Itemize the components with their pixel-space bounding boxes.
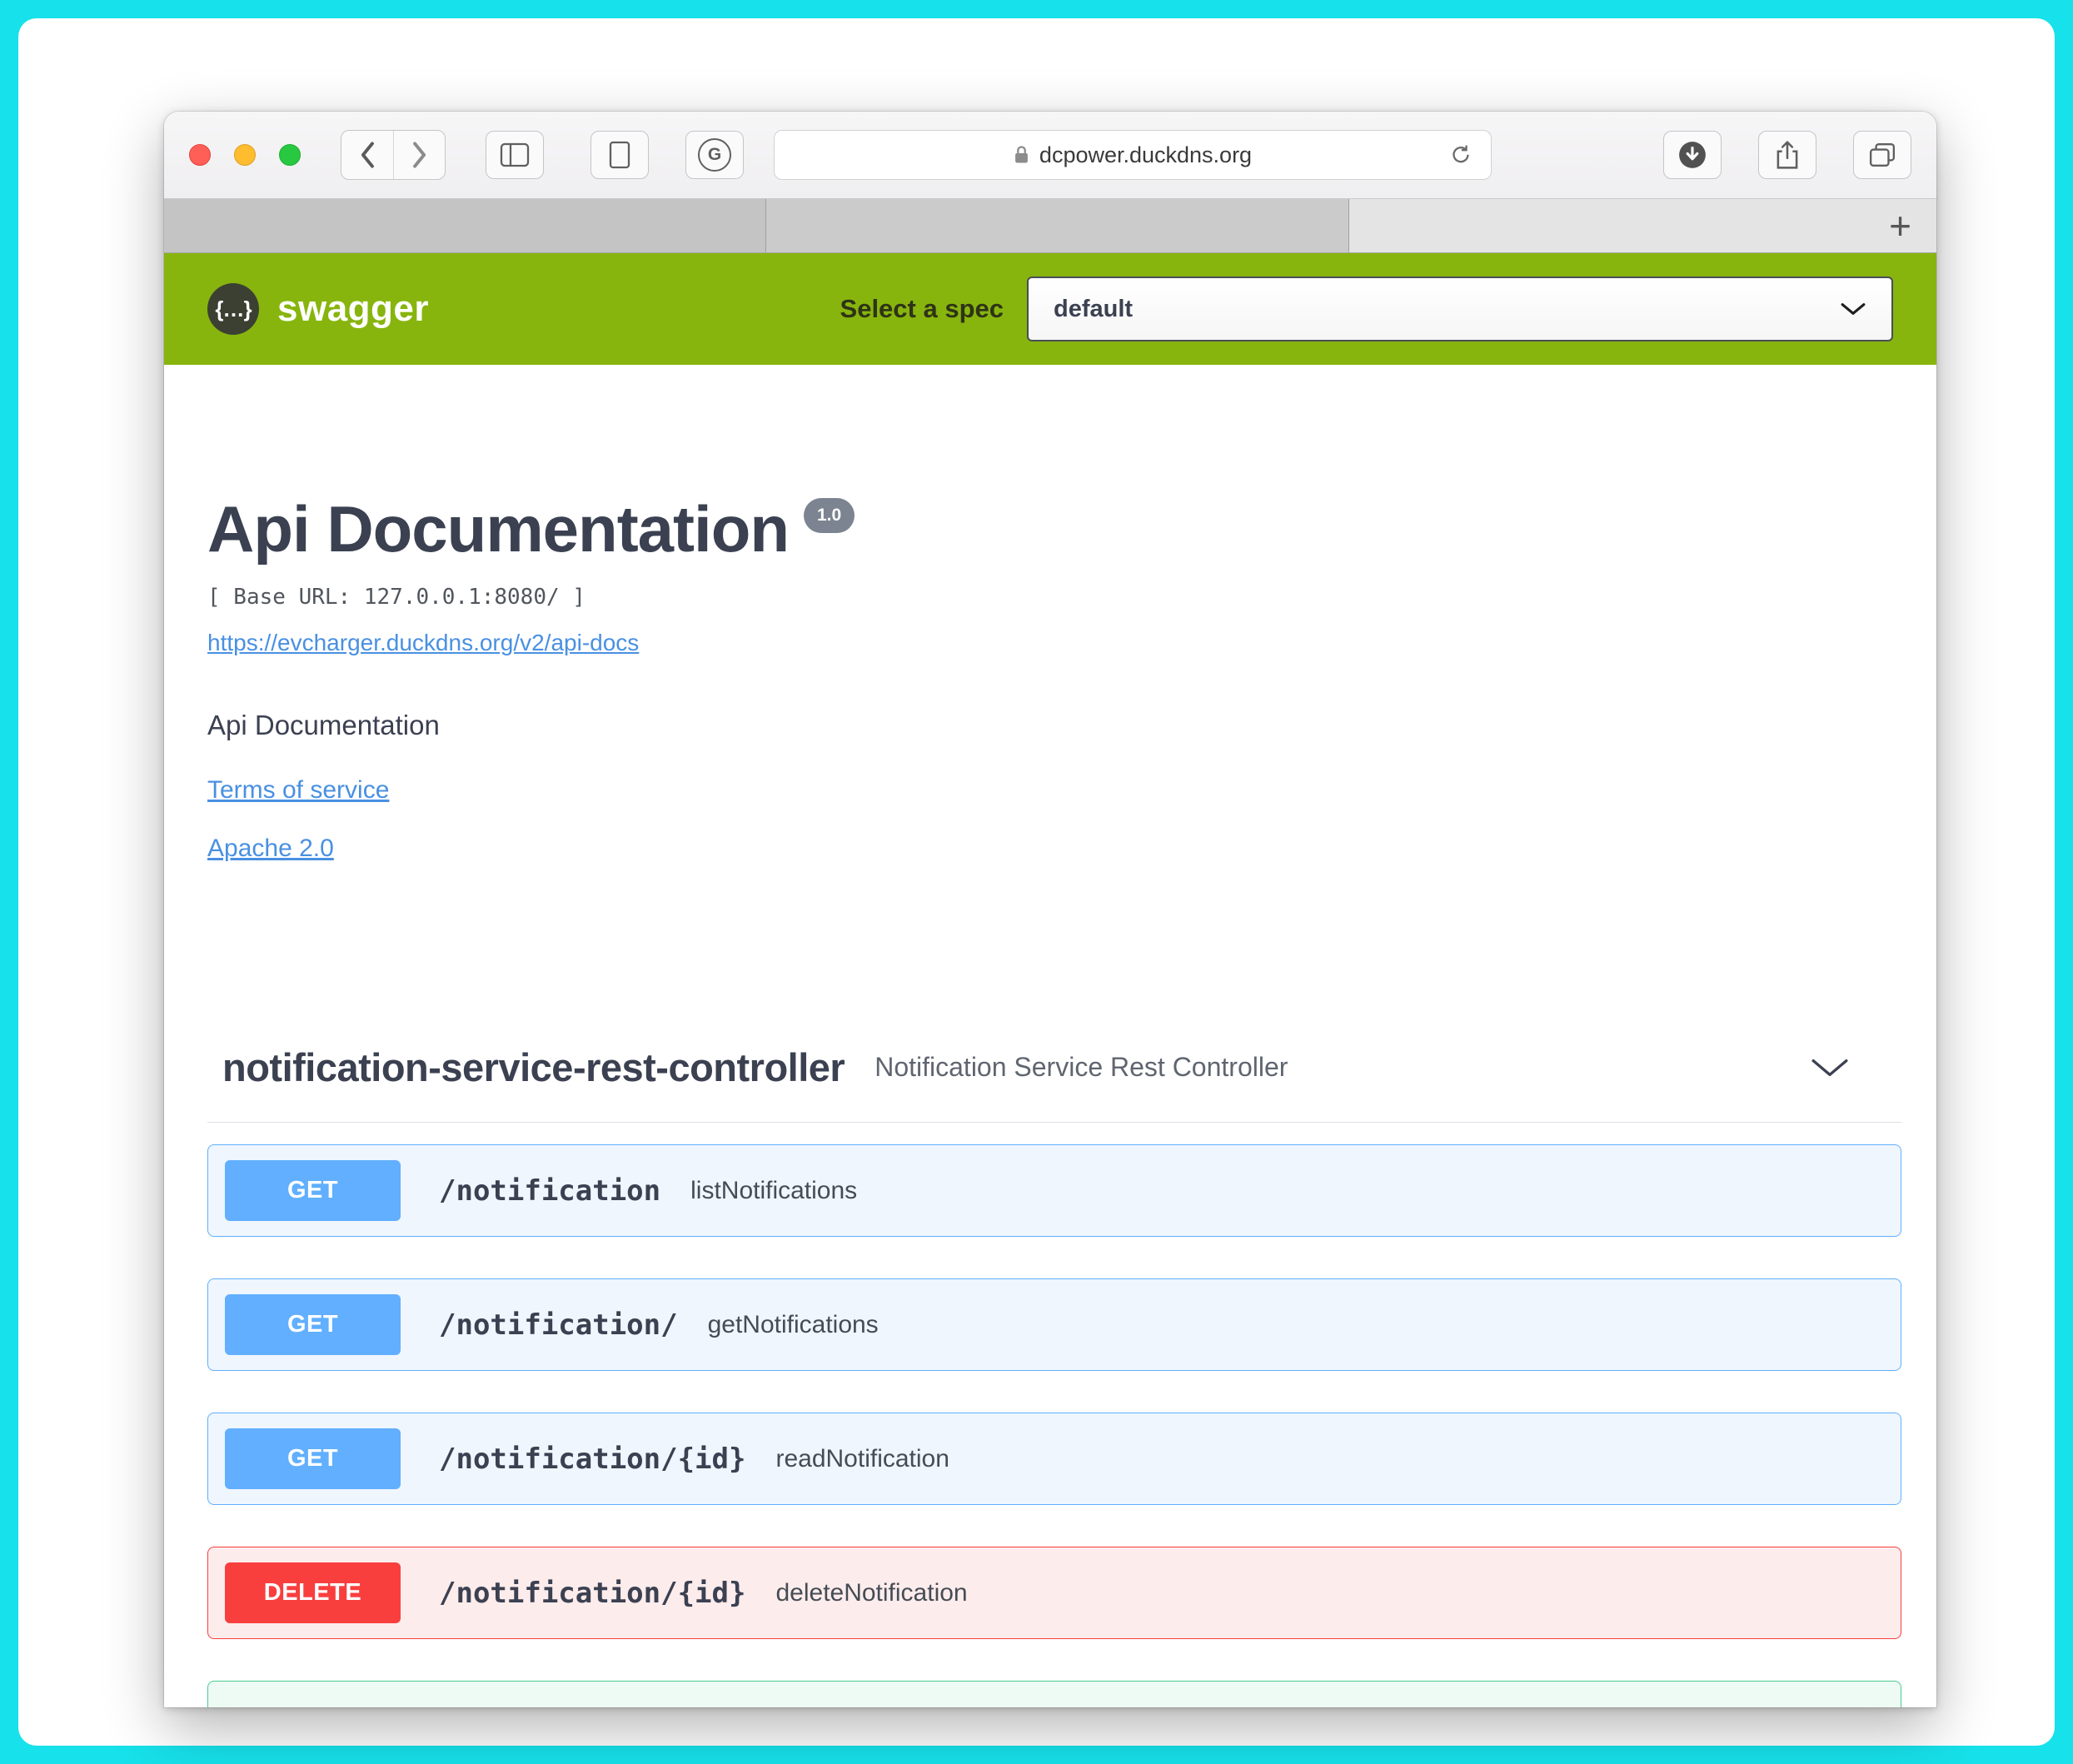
tab-overview-button[interactable] <box>1853 131 1911 179</box>
api-description: Api Documentation <box>207 710 1901 741</box>
page-title: Api Documentation <box>207 496 789 561</box>
operation-path: /notification <box>439 1174 660 1208</box>
spec-select-dropdown[interactable]: default <box>1027 277 1893 341</box>
browser-toolbar: G dcpower.duckdns.org <box>164 112 1936 199</box>
close-window-button[interactable] <box>189 144 211 166</box>
back-icon <box>357 141 377 169</box>
document-icon <box>609 141 630 169</box>
tab-2[interactable] <box>765 199 1348 252</box>
method-badge: GET <box>225 1428 401 1489</box>
tag-description: Notification Service Rest Controller <box>875 1052 1288 1083</box>
spec-select-value: default <box>1054 296 1133 323</box>
swagger-brand-text: swagger <box>277 288 429 330</box>
reload-icon <box>1449 143 1473 167</box>
lock-icon <box>1014 144 1029 166</box>
downloads-button[interactable] <box>1663 131 1722 179</box>
sidebar-icon <box>500 142 530 167</box>
screenshot-frame: G dcpower.duckdns.org <box>18 18 2055 1746</box>
extension-g-icon: G <box>698 138 731 172</box>
reload-button[interactable] <box>1444 142 1478 167</box>
operation-row-list-notifications[interactable]: GET /notification listNotifications <box>207 1144 1901 1237</box>
forward-icon <box>410 141 430 169</box>
terms-of-service-link[interactable]: Terms of service <box>207 776 389 805</box>
version-badge: 1.0 <box>804 498 855 533</box>
method-badge: GET <box>225 1160 401 1221</box>
share-button[interactable] <box>1758 131 1816 179</box>
chevron-down-icon <box>1810 1057 1850 1079</box>
license-link[interactable]: Apache 2.0 <box>207 835 334 863</box>
sidebar-toggle-button[interactable] <box>486 131 544 179</box>
operation-path: /notification/ <box>439 1308 678 1342</box>
address-url-text: dcpower.duckdns.org <box>1039 142 1252 168</box>
spec-url-link[interactable]: https://evcharger.duckdns.org/v2/api-doc… <box>207 630 639 656</box>
window-controls <box>189 144 301 166</box>
operation-row-get-notifications[interactable]: GET /notification/ getNotifications <box>207 1278 1901 1371</box>
swagger-topbar: {…} swagger Select a spec default <box>164 253 1936 365</box>
method-badge: GET <box>225 1294 401 1355</box>
operations-list: GET /notification listNotifications GET … <box>207 1144 1901 1707</box>
forward-button[interactable] <box>393 131 445 179</box>
tag-divider <box>207 1122 1901 1123</box>
download-icon <box>1677 140 1707 170</box>
address-bar[interactable]: dcpower.duckdns.org <box>774 130 1492 180</box>
tag-header[interactable]: notification-service-rest-controller Not… <box>207 1044 1901 1090</box>
tab-1[interactable] <box>164 199 765 252</box>
history-nav-group <box>341 130 446 180</box>
operation-row-partial[interactable] <box>207 1681 1901 1707</box>
toolbar-right-cluster <box>1663 131 1911 179</box>
operation-path: /notification/{id} <box>439 1443 745 1476</box>
swagger-logo-glyph: {…} <box>215 296 251 322</box>
swagger-logo-icon: {…} <box>207 283 259 335</box>
method-badge: DELETE <box>225 1562 401 1623</box>
tab-bar-empty-area: + <box>1348 199 1936 252</box>
select-spec-label: Select a spec <box>840 294 1004 324</box>
minimize-window-button[interactable] <box>234 144 256 166</box>
tab-bar: + <box>164 199 1936 253</box>
chevron-down-icon <box>1840 301 1866 316</box>
operation-summary: deleteNotification <box>775 1579 967 1607</box>
operation-summary: getNotifications <box>708 1311 879 1339</box>
operation-row-read-notification[interactable]: GET /notification/{id} readNotification <box>207 1413 1901 1505</box>
operation-path: /notification/{id} <box>439 1577 745 1610</box>
swagger-content: Api Documentation 1.0 [ Base URL: 127.0.… <box>164 365 1936 1707</box>
page-document-button[interactable] <box>591 131 649 179</box>
tabs-icon <box>1869 142 1896 167</box>
extension-button[interactable]: G <box>685 131 744 179</box>
new-tab-button[interactable]: + <box>1882 207 1918 245</box>
share-icon <box>1775 140 1800 170</box>
browser-window: G dcpower.duckdns.org <box>164 112 1936 1707</box>
back-button[interactable] <box>341 131 393 179</box>
tag-collapse-button[interactable] <box>1805 1056 1855 1079</box>
base-url-text: [ Base URL: 127.0.0.1:8080/ ] <box>207 585 1901 610</box>
operation-row-delete-notification[interactable]: DELETE /notification/{id} deleteNotifica… <box>207 1547 1901 1639</box>
tag-name: notification-service-rest-controller <box>222 1044 845 1090</box>
operation-summary: readNotification <box>775 1445 949 1473</box>
api-title-row: Api Documentation 1.0 <box>207 496 1901 561</box>
operation-summary: listNotifications <box>690 1177 857 1205</box>
zoom-window-button[interactable] <box>279 144 301 166</box>
